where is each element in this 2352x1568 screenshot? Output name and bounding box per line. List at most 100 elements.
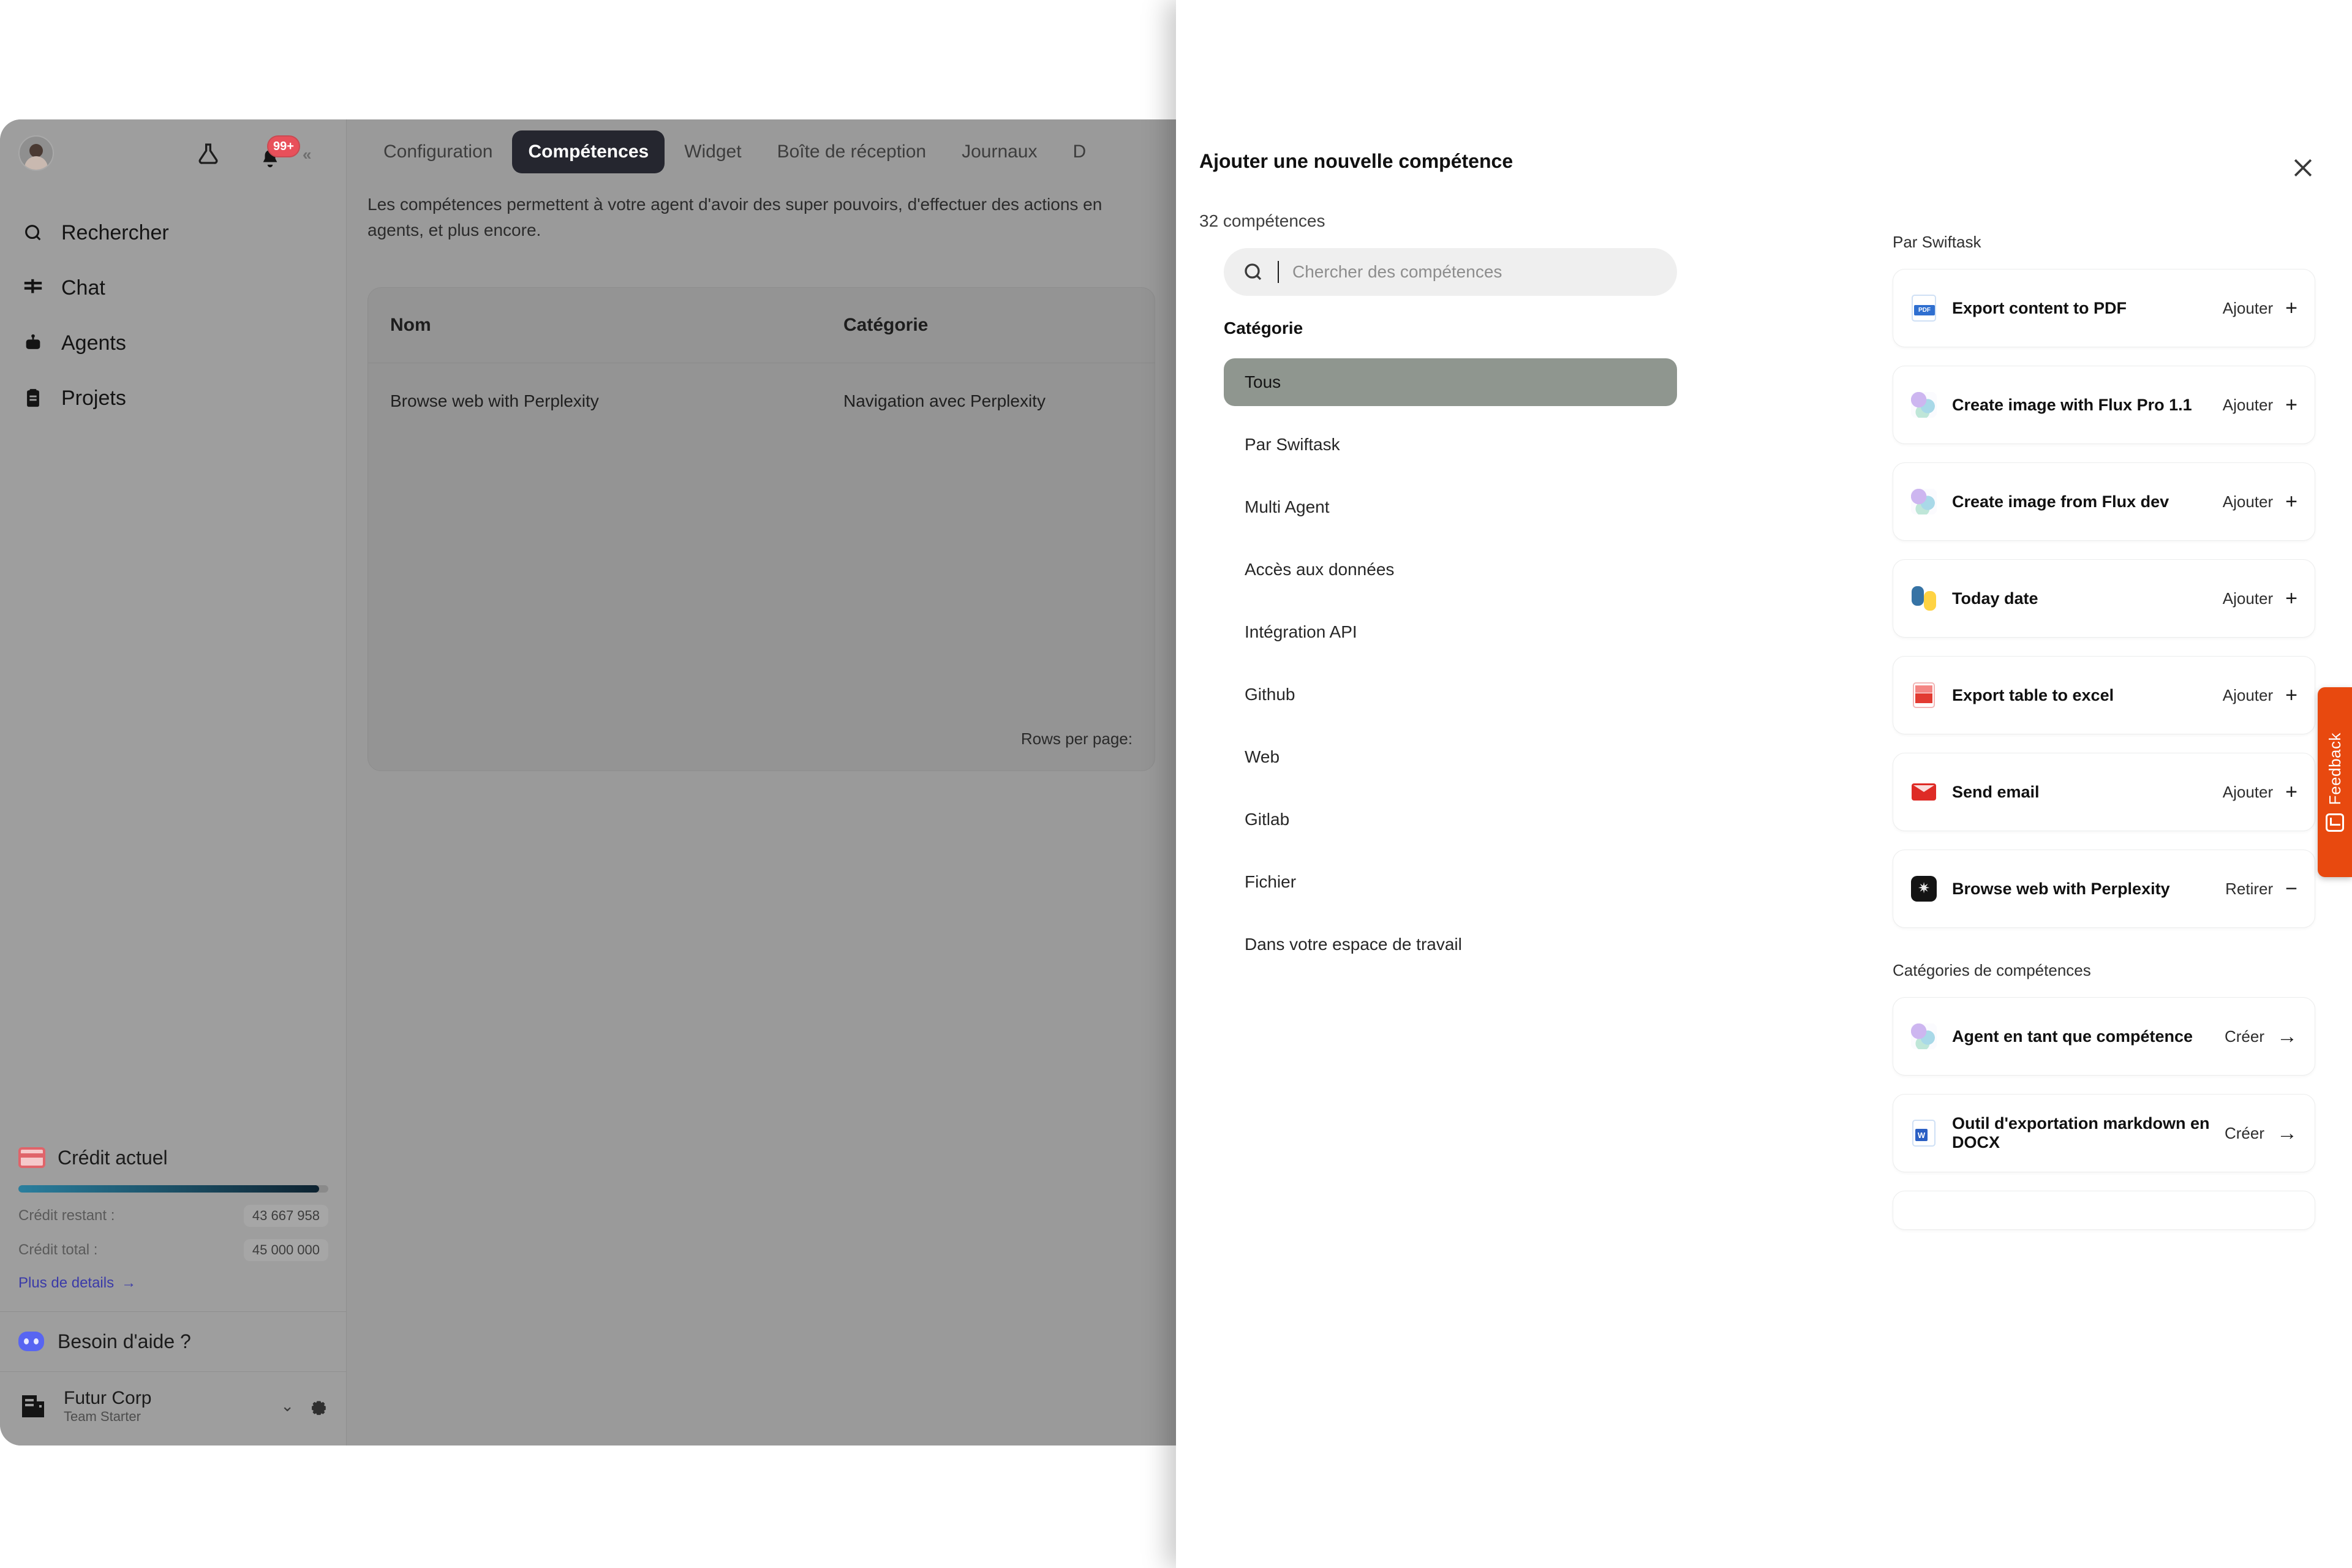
excel-file-icon [1910, 682, 1937, 709]
credit-box: Crédit actuel Crédit restant : 43 667 95… [0, 1133, 347, 1298]
skill-action-button[interactable]: Ajouter + [2223, 588, 2297, 609]
skill-category-card-outil-export-markdown-docx[interactable]: Outil d'exportation markdown en DOCX Cré… [1893, 1094, 2315, 1172]
skill-action-button[interactable]: Ajouter + [2223, 685, 2297, 706]
skill-card-export-table-to-excel[interactable]: Export table to excel Ajouter + [1893, 656, 2315, 734]
flux-image-icon [1910, 1023, 1937, 1050]
text-caret [1278, 261, 1279, 283]
tab-journaux[interactable]: Journaux [946, 130, 1053, 173]
sidebar-footer: Crédit actuel Crédit restant : 43 667 95… [0, 1133, 347, 1446]
group-title-par-swiftask: Par Swiftask [1893, 233, 2315, 252]
category-header: Catégorie [1224, 318, 1303, 338]
sidebar-item-projets[interactable]: Projets [0, 371, 347, 426]
skill-action-button[interactable]: Ajouter + [2223, 491, 2297, 512]
category-item-integration-api[interactable]: Intégration API [1224, 608, 1677, 656]
category-item-web[interactable]: Web [1224, 733, 1677, 781]
skill-card-create-image-flux-dev[interactable]: Create image from Flux dev Ajouter + [1893, 462, 2315, 541]
search-input[interactable]: Chercher des compétences [1224, 248, 1677, 296]
skill-card-partial[interactable] [1893, 1191, 2315, 1230]
skill-name: Export content to PDF [1952, 299, 2223, 318]
help-label: Besoin d'aide ? [58, 1330, 191, 1353]
skill-action-button[interactable]: Ajouter + [2223, 394, 2297, 415]
credit-header: Crédit actuel [18, 1147, 328, 1169]
skill-card-create-image-flux-pro[interactable]: Create image with Flux Pro 1.1 Ajouter + [1893, 366, 2315, 444]
notification-badge: 99+ [267, 135, 300, 157]
tab-widget[interactable]: Widget [668, 130, 757, 173]
table-header: Nom Catégorie [368, 288, 1155, 363]
arrow-right-icon: → [2277, 1026, 2297, 1047]
skill-category-action-button[interactable]: Créer → [2225, 1026, 2297, 1047]
building-icon [18, 1390, 50, 1422]
screen: 99+ « Rechercher Chat [0, 0, 2352, 1568]
skill-category-action-button[interactable]: Créer → [2225, 1123, 2297, 1144]
skill-category-name: Outil d'exportation markdown en DOCX [1952, 1114, 2225, 1152]
plus-icon: + [2285, 685, 2297, 706]
cell-categorie: Navigation avec Perplexity [843, 391, 1046, 411]
sidebar-item-label: Agents [61, 331, 126, 355]
plus-icon: + [2285, 394, 2297, 415]
more-details-link[interactable]: Plus de details → [18, 1275, 328, 1292]
credit-remaining-row: Crédit restant : 43 667 958 [18, 1205, 328, 1227]
tab-boite-de-reception[interactable]: Boîte de réception [761, 130, 943, 173]
arrow-right-icon: → [2277, 1123, 2297, 1144]
skill-name: Today date [1952, 589, 2223, 608]
cell-nom: Browse web with Perplexity [390, 391, 843, 411]
column-header-nom: Nom [390, 315, 843, 336]
rows-per-page-label: Rows per page: [1021, 729, 1133, 748]
skill-category-name: Agent en tant que compétence [1952, 1027, 2225, 1046]
feedback-icon [2326, 813, 2344, 832]
arrow-right-icon: → [121, 1275, 136, 1292]
help-link[interactable]: Besoin d'aide ? [0, 1311, 347, 1371]
skill-name: Export table to excel [1952, 686, 2223, 705]
tab-competences[interactable]: Compétences [512, 130, 665, 173]
plus-icon: + [2285, 298, 2297, 318]
gear-icon[interactable] [307, 1396, 328, 1417]
sidebar-item-label: Chat [61, 276, 105, 300]
avatar-body [24, 156, 48, 170]
left-sidebar: 99+ « Rechercher Chat [0, 119, 347, 1446]
skill-card-export-content-to-pdf[interactable]: Export content to PDF Ajouter + [1893, 269, 2315, 347]
tab-d[interactable]: D [1057, 130, 1102, 173]
org-switcher[interactable]: Futur Corp Team Starter ⌄ [0, 1371, 347, 1446]
org-plan: Team Starter [64, 1409, 151, 1425]
feedback-tab[interactable]: Feedback [2318, 687, 2352, 877]
skill-action-label: Ajouter [2223, 783, 2273, 802]
skill-action-label: Ajouter [2223, 299, 2273, 318]
chevron-down-icon[interactable]: ⌄ [281, 1396, 294, 1415]
sidebar-item-rechercher[interactable]: Rechercher [0, 205, 347, 260]
notifications[interactable]: 99+ [256, 138, 293, 172]
skill-card-browse-web-with-perplexity[interactable]: ✷ Browse web with Perplexity Retirer − [1893, 850, 2315, 928]
credit-card-icon [18, 1147, 45, 1168]
category-item-par-swiftask[interactable]: Par Swiftask [1224, 421, 1677, 469]
sidebar-item-label: Rechercher [61, 221, 169, 245]
avatar[interactable] [18, 135, 54, 171]
collapse-sidebar-icon[interactable]: « [303, 145, 311, 164]
category-item-tous[interactable]: Tous [1224, 358, 1677, 406]
sidebar-item-chat[interactable]: Chat [0, 260, 347, 315]
category-item-github[interactable]: Github [1224, 671, 1677, 718]
sidebar-item-agents[interactable]: Agents [0, 315, 347, 371]
skill-name: Send email [1952, 783, 2223, 802]
perplexity-icon: ✷ [1910, 875, 1937, 902]
skill-card-today-date[interactable]: Today date Ajouter + [1893, 559, 2315, 638]
skill-action-button[interactable]: Ajouter + [2223, 782, 2297, 802]
category-item-fichier[interactable]: Fichier [1224, 858, 1677, 906]
skill-action-label: Ajouter [2223, 589, 2273, 608]
category-item-espace-de-travail[interactable]: Dans votre espace de travail [1224, 921, 1677, 968]
skill-category-action-label: Créer [2225, 1027, 2264, 1046]
skill-card-send-email[interactable]: Send email Ajouter + [1893, 753, 2315, 831]
skill-action-button[interactable]: Retirer − [2225, 878, 2297, 899]
tab-configuration[interactable]: Configuration [368, 130, 508, 173]
skill-category-card-agent-en-tant-que-competence[interactable]: Agent en tant que compétence Créer → [1893, 997, 2315, 1076]
skill-action-button[interactable]: Ajouter + [2223, 298, 2297, 318]
column-header-categorie: Catégorie [843, 315, 928, 336]
email-icon [1910, 778, 1937, 805]
table-footer: Rows per page: [368, 707, 1155, 771]
category-item-multi-agent[interactable]: Multi Agent [1224, 483, 1677, 531]
category-item-acces-aux-donnees[interactable]: Accès aux données [1224, 546, 1677, 594]
credit-title: Crédit actuel [58, 1147, 168, 1169]
close-icon[interactable] [2290, 154, 2316, 181]
table-row[interactable]: Browse web with Perplexity Navigation av… [368, 363, 1155, 439]
sidebar-header: 99+ « [0, 119, 347, 187]
lab-icon[interactable] [196, 141, 221, 166]
category-item-gitlab[interactable]: Gitlab [1224, 796, 1677, 843]
